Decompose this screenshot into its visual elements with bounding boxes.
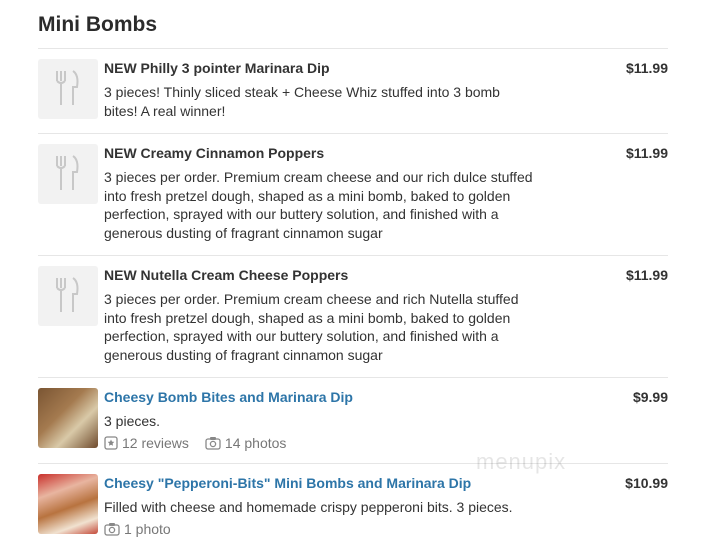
photos-count: 14 photos bbox=[224, 435, 287, 451]
item-price: $9.99 bbox=[632, 389, 668, 405]
item-name: NEW Nutella Cream Cheese Poppers bbox=[104, 267, 349, 283]
section-title: Mini Bombs bbox=[38, 13, 157, 36]
item-description: 3 pieces! Thinly sliced steak + Cheese W… bbox=[104, 84, 500, 119]
utensils-placeholder-icon bbox=[38, 144, 98, 204]
item-description: Filled with cheese and homemade crispy p… bbox=[104, 499, 513, 515]
menu-item: NEW Creamy Cinnamon Poppers $11.99 3 pie… bbox=[38, 133, 668, 255]
item-price: $11.99 bbox=[625, 267, 668, 283]
menu-item: Cheesy Bomb Bites and Marinara Dip $9.99… bbox=[38, 377, 668, 463]
star-icon bbox=[104, 436, 118, 450]
item-description: 3 pieces per order. Premium cream cheese… bbox=[104, 169, 533, 241]
item-meta: 1 photo bbox=[104, 521, 171, 537]
menu-item: NEW Philly 3 pointer Marinara Dip $11.99… bbox=[38, 48, 668, 133]
utensils-placeholder-icon bbox=[38, 59, 98, 119]
food-photo[interactable] bbox=[38, 474, 98, 534]
photos-link[interactable]: 1 photo bbox=[104, 521, 171, 537]
camera-icon bbox=[205, 437, 221, 450]
item-price: $10.99 bbox=[625, 475, 668, 491]
item-name: NEW Creamy Cinnamon Poppers bbox=[104, 145, 325, 161]
menu-item: NEW Nutella Cream Cheese Poppers $11.99 … bbox=[38, 255, 668, 377]
photos-count: 1 photo bbox=[124, 521, 171, 537]
menu-item: Cheesy "Pepperoni-Bits" Mini Bombs and M… bbox=[38, 463, 668, 546]
reviews-link[interactable]: 12 reviews bbox=[104, 435, 189, 451]
item-price: $11.99 bbox=[625, 60, 668, 76]
camera-icon bbox=[104, 523, 120, 536]
utensils-placeholder-icon bbox=[38, 266, 98, 326]
reviews-count: 12 reviews bbox=[122, 435, 189, 451]
item-name-link[interactable]: Cheesy "Pepperoni-Bits" Mini Bombs and M… bbox=[104, 475, 471, 491]
item-description: 3 pieces. bbox=[104, 413, 161, 429]
item-name: NEW Philly 3 pointer Marinara Dip bbox=[104, 60, 330, 76]
item-name-link[interactable]: Cheesy Bomb Bites and Marinara Dip bbox=[104, 389, 353, 405]
food-photo[interactable] bbox=[38, 388, 98, 448]
watermark: menupix bbox=[476, 449, 567, 474]
item-meta: 12 reviews 14 photos bbox=[104, 435, 286, 451]
item-price: $11.99 bbox=[625, 145, 668, 161]
photos-link[interactable]: 14 photos bbox=[205, 435, 287, 451]
item-description: 3 pieces per order. Premium cream cheese… bbox=[104, 291, 519, 363]
